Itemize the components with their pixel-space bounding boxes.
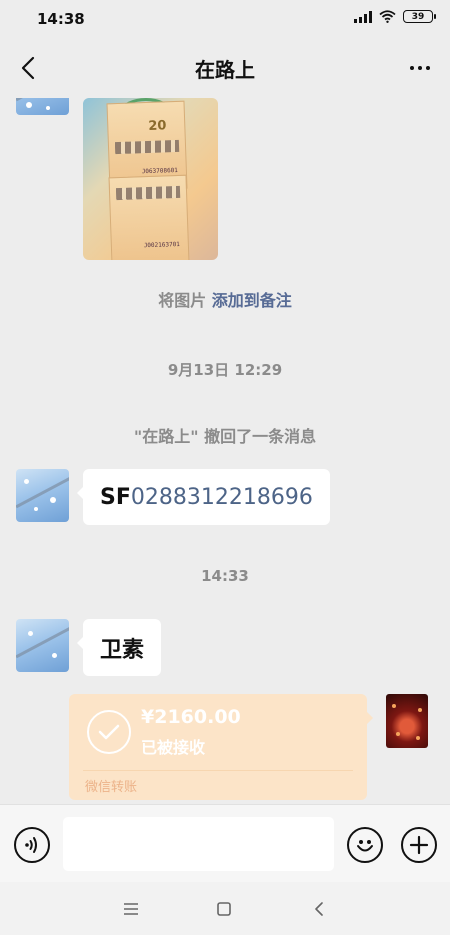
transfer-label: 微信转账 [85,780,138,795]
check-circle-icon [87,710,131,754]
my-avatar[interactable] [386,694,428,748]
wifi-icon [379,10,396,23]
add-to-note-link[interactable]: 添加到备注 [212,291,292,310]
contact-avatar[interactable] [16,98,69,115]
status-bar: 14:38 39 [0,0,450,38]
chat-area[interactable]: 20 J063708601 J002163701 将图片 添加到备注 9月13日… [0,98,450,804]
input-bar [0,804,450,882]
voice-input-button[interactable] [14,827,50,863]
more-dot-icon [418,66,422,70]
home-button[interactable] [213,898,235,920]
battery-icon: 39 [403,10,436,23]
system-back-button[interactable] [308,898,330,920]
message-text: 卫素 [100,637,145,663]
message-bubble[interactable]: SF 0288312218696 [77,469,330,525]
add-to-note-prefix: 将图片 [158,291,212,310]
more-functions-button[interactable] [401,827,437,863]
emoji-button[interactable] [347,827,383,863]
status-icons: 39 [354,10,436,23]
system-nav-bar [0,882,450,935]
photo-message[interactable]: 20 J063708601 J002163701 [83,98,218,260]
emoji-icon [357,840,373,852]
more-dot-icon [410,66,414,70]
timestamp: 14:33 [201,567,249,585]
chat-title: 在路上 [195,58,255,82]
transfer-amount: ¥2160.00 [141,706,241,728]
menu-button[interactable] [120,898,142,920]
contact-avatar[interactable] [16,619,69,672]
more-dot-icon [426,66,430,70]
divider [83,770,353,771]
more-options-button[interactable] [404,52,436,84]
nav-bar: 在路上 [0,38,450,98]
transfer-status: 已被接收 [141,738,206,757]
message-bubble[interactable]: 卫素 [76,619,162,676]
contact-avatar[interactable] [16,469,69,522]
signal-icon [354,10,372,23]
transfer-card[interactable]: ¥2160.00 已被接收 微信转账 [69,694,373,800]
square-home-icon [217,902,231,916]
recall-notice: "在路上" 撤回了一条消息 [133,427,317,446]
tracking-number-link[interactable]: 0288312218696 [131,485,313,510]
banknote-image: J002163701 [108,174,190,260]
plus-icon [409,835,429,855]
status-time: 14:38 [37,10,85,28]
timestamp: 9月13日 12:29 [167,361,283,379]
tracking-prefix: SF [100,484,131,510]
message-input[interactable] [63,817,334,871]
battery-level: 39 [411,11,425,22]
add-to-note-hint: 将图片 添加到备注 [0,287,450,311]
voice-icon [25,837,37,853]
chevron-left-icon [315,902,323,916]
menu-icon [124,903,138,915]
